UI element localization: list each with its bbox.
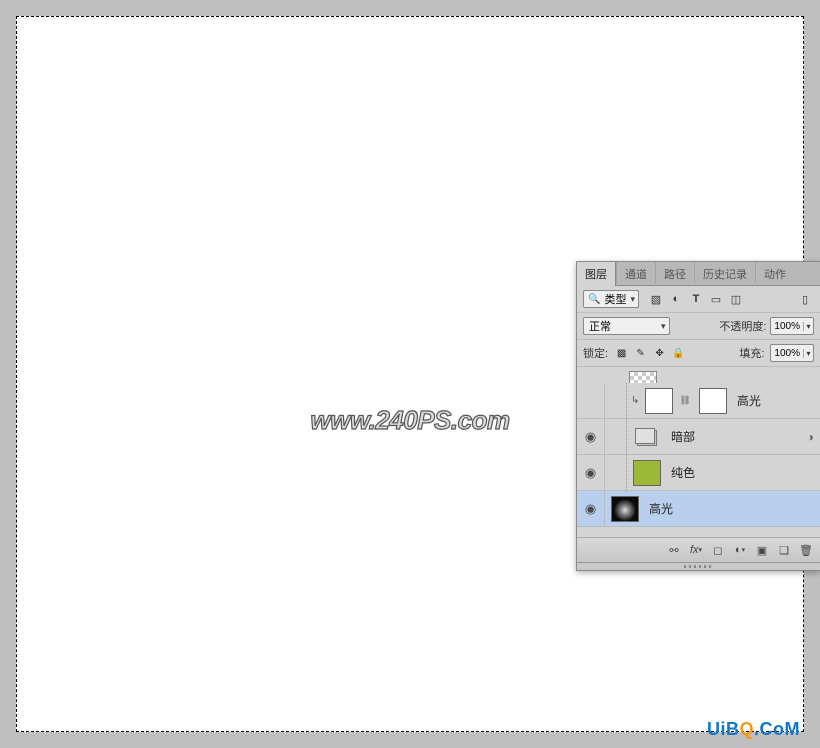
- layer-name[interactable]: 暗部: [671, 428, 695, 445]
- group-icon[interactable]: ▣: [752, 541, 772, 559]
- layer-row-highlight-selected[interactable]: ◉ 高光: [577, 491, 820, 527]
- layers-list: ↳ ⛓ 高光 ◉ 暗部 ◑ ◉ 纯色 ◉ 高光: [577, 367, 820, 537]
- link-icon: ⛓: [679, 395, 690, 406]
- opacity-input[interactable]: 100% ▾: [770, 317, 814, 335]
- tab-layers[interactable]: 图层: [577, 262, 616, 286]
- clip-arrow-icon: ↳: [631, 395, 639, 406]
- clipping-thumb: [629, 371, 657, 383]
- opacity-label: 不透明度:: [719, 318, 766, 334]
- filter-shape-icon[interactable]: ▭: [707, 291, 725, 307]
- panel-tabs: 图层 通道 路径 历史记录 动作: [577, 262, 820, 286]
- layer-name[interactable]: 高光: [737, 392, 761, 409]
- layer-row-highlight-clip[interactable]: ↳ ⛓ 高光: [577, 383, 820, 419]
- panel-collapse-handle[interactable]: [577, 562, 820, 570]
- filter-toggle-icon[interactable]: ▯: [796, 291, 814, 307]
- fill-input[interactable]: 100% ▾: [770, 344, 814, 362]
- blend-mode-select[interactable]: 正常 ▾: [583, 317, 670, 335]
- filter-smart-icon[interactable]: ◫: [727, 291, 745, 307]
- layer-thumb[interactable]: [645, 388, 673, 414]
- tab-channels[interactable]: 通道: [616, 262, 655, 286]
- chevron-down-icon[interactable]: ▾: [803, 349, 813, 358]
- layer-thumb[interactable]: [633, 460, 661, 486]
- link-layers-icon[interactable]: ⚯: [664, 541, 684, 559]
- expand-icon[interactable]: ◑: [807, 430, 814, 444]
- chevron-down-icon[interactable]: ▾: [803, 322, 813, 331]
- group-thumb[interactable]: [633, 424, 661, 450]
- mask-icon[interactable]: ◻: [708, 541, 728, 559]
- layer-filter-select[interactable]: 🔍 类型 ▾: [583, 290, 639, 308]
- brand-logo: UiBQ.CoM: [707, 719, 800, 740]
- filter-pixel-icon[interactable]: ▧: [647, 291, 665, 307]
- layer-name[interactable]: 高光: [649, 500, 673, 517]
- visibility-icon[interactable]: ◉: [585, 501, 596, 517]
- layer-name[interactable]: 纯色: [671, 464, 695, 481]
- layer-thumb[interactable]: [611, 496, 639, 522]
- blend-row: 正常 ▾ 不透明度: 100% ▾: [577, 313, 820, 340]
- layers-panel: 图层 通道 路径 历史记录 动作 🔍 类型 ▾ ▧ ◐ T ▭ ◫ ▯ 正常 ▾…: [576, 261, 820, 571]
- chevron-down-icon: ▾: [661, 321, 666, 332]
- lock-transparency-icon[interactable]: ▩: [614, 346, 629, 360]
- visibility-icon[interactable]: ◉: [585, 465, 596, 481]
- layer-filter-row: 🔍 类型 ▾ ▧ ◐ T ▭ ◫ ▯: [577, 286, 820, 313]
- tab-actions[interactable]: 动作: [755, 262, 794, 286]
- lock-position-icon[interactable]: ✥: [652, 346, 667, 360]
- filter-type-icon[interactable]: T: [687, 291, 705, 307]
- mask-thumb[interactable]: [699, 388, 727, 414]
- visibility-icon[interactable]: ◉: [585, 429, 596, 445]
- lock-all-icon[interactable]: 🔒: [671, 346, 686, 360]
- fill-label: 填充:: [739, 345, 764, 361]
- chevron-down-icon: ▾: [630, 294, 635, 305]
- trash-icon[interactable]: 🗑: [796, 541, 816, 559]
- filter-adjust-icon[interactable]: ◐: [667, 291, 685, 307]
- lock-pixels-icon[interactable]: ✎: [633, 346, 648, 360]
- panel-footer: ⚯ fx▾ ◻ ◐▾ ▣ ❏ 🗑: [577, 537, 820, 562]
- new-layer-icon[interactable]: ❏: [774, 541, 794, 559]
- layer-row-solid-color[interactable]: ◉ 纯色: [577, 455, 820, 491]
- tab-history[interactable]: 历史记录: [694, 262, 755, 286]
- search-icon: 🔍: [588, 294, 600, 305]
- lock-row: 锁定: ▩ ✎ ✥ 🔒 填充: 100% ▾: [577, 340, 820, 367]
- clipping-indicator-row: [577, 367, 820, 383]
- adjustment-icon[interactable]: ◐▾: [730, 541, 750, 559]
- fx-icon[interactable]: fx▾: [686, 541, 706, 559]
- layer-row-shadow-group[interactable]: ◉ 暗部 ◑: [577, 419, 820, 455]
- lock-label: 锁定:: [583, 345, 608, 361]
- tab-paths[interactable]: 路径: [655, 262, 694, 286]
